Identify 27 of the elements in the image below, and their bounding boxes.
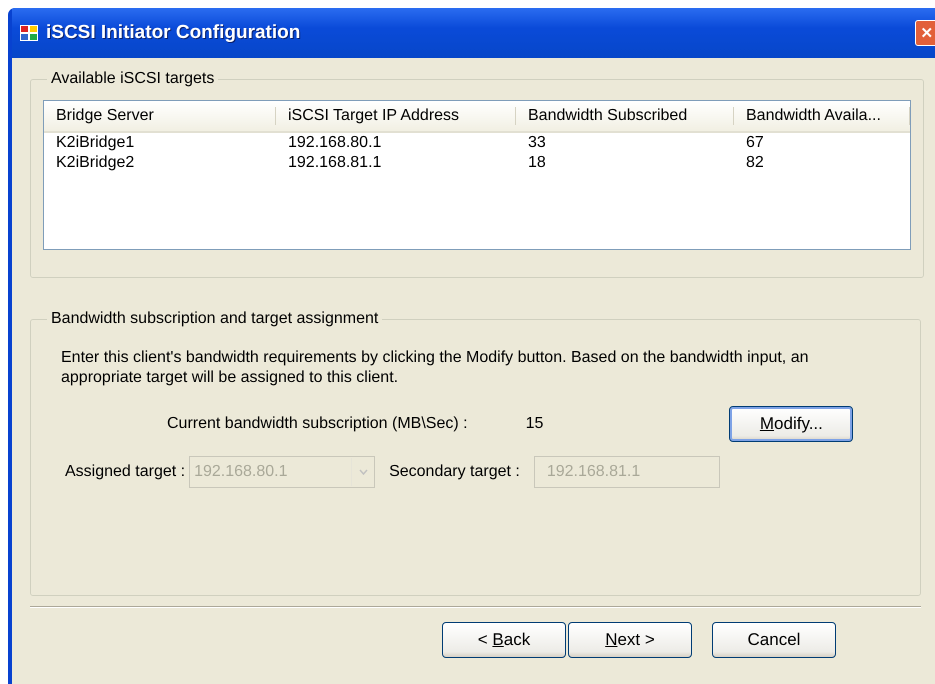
wizard-button[interactable]: Cancel xyxy=(712,622,836,658)
column-header[interactable]: Bridge Server xyxy=(44,107,276,125)
subscription-value: 15 xyxy=(526,415,544,433)
close-button[interactable]: ✕ xyxy=(915,20,935,46)
group-title: Available iSCSI targets xyxy=(50,70,216,88)
app-icon xyxy=(20,25,38,41)
targets-list[interactable]: Bridge Server iSCSI Target IP Address Bandwidth Subscribed Bandwidth Availa... K2iBridge1 192.168.80.1 33 67 K2iBridge2 192.168.81.1 18 82 xyxy=(43,100,911,250)
description-text: Enter this client's bandwidth requirements by clicking the Modify button. Based on the bandwidth input, an appropriate target will be assigned to this client. xyxy=(61,348,810,388)
table-cell-text: 82 xyxy=(745,154,765,172)
subscription-label: Current bandwidth subscription (MB\Sec) : xyxy=(167,415,468,433)
table-cell-text: K2iBridge1 xyxy=(55,134,136,152)
modify-button[interactable]: Modify... xyxy=(729,406,854,442)
table-cell-text: 18 xyxy=(527,154,547,172)
group-title: Bandwidth subscription and target assignment xyxy=(50,310,380,328)
table-cell-text: 33 xyxy=(527,134,547,152)
table-cell-text: 67 xyxy=(745,134,765,152)
window-title: iSCSI Initiator Configuration xyxy=(46,22,300,44)
wizard-button[interactable]: Next > xyxy=(568,622,692,658)
column-header[interactable]: iSCSI Target IP Address xyxy=(276,107,516,125)
table-cell-text: K2iBridge2 xyxy=(55,154,136,172)
wizard-button[interactable]: < Back xyxy=(442,622,566,658)
table-cell-text: 192.168.80.1 xyxy=(287,134,382,152)
column-header[interactable]: Bandwidth Availa... xyxy=(734,107,910,125)
column-header[interactable]: Bandwidth Subscribed xyxy=(516,107,734,125)
assigned-target-label: Assigned target : xyxy=(65,463,186,481)
secondary-target-label: Secondary target : xyxy=(389,463,520,481)
table-cell-text: 192.168.81.1 xyxy=(287,154,382,172)
